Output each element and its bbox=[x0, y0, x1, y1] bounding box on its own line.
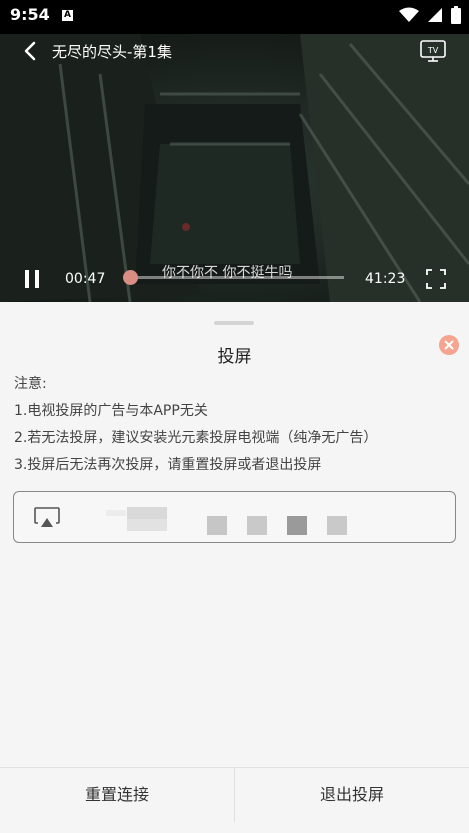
notification-icon: A bbox=[62, 10, 73, 21]
notice-line-2: 2.若无法投屏，建议安装光元素投屏电视端（纯净无广告） bbox=[14, 430, 378, 446]
video-player[interactable]: 无尽的尽头-第1集 TV 00:47 你不你不 你不挺牛吗 41:23 bbox=[0, 34, 469, 302]
back-arrow-icon[interactable] bbox=[20, 41, 40, 61]
notice-text: 注意: 1.电视投屏的广告与本APP无关 2.若无法投屏，建议安装光元素投屏电视… bbox=[14, 375, 377, 483]
current-time: 00:47 bbox=[65, 271, 106, 287]
video-subtitle: 你不你不 你不挺牛吗 bbox=[162, 265, 293, 281]
wifi-icon bbox=[399, 7, 419, 22]
status-icons bbox=[399, 6, 461, 24]
pause-icon[interactable] bbox=[24, 270, 40, 288]
cast-sheet: 投屏 注意: 1.电视投屏的广告与本APP无关 2.若无法投屏，建议安装光元素投… bbox=[0, 305, 469, 833]
battery-icon bbox=[451, 6, 461, 24]
signal-icon bbox=[428, 8, 442, 22]
notice-heading: 注意: bbox=[14, 376, 47, 392]
video-top-bar: 无尽的尽头-第1集 TV bbox=[0, 34, 469, 68]
exit-cast-button[interactable]: 退出投屏 bbox=[235, 768, 469, 821]
drag-handle[interactable] bbox=[214, 321, 254, 325]
notice-line-1: 1.电视投屏的广告与本APP无关 bbox=[14, 403, 208, 419]
notice-line-3: 3.投屏后无法再次投屏，请重置投屏或者退出投屏 bbox=[14, 457, 322, 473]
svg-text:TV: TV bbox=[427, 46, 439, 55]
device-list-item[interactable] bbox=[13, 491, 456, 543]
status-bar: 9:54 A bbox=[0, 0, 469, 34]
total-time: 41:23 bbox=[365, 271, 406, 287]
tv-cast-icon[interactable]: TV bbox=[420, 40, 446, 62]
progress-bar[interactable] bbox=[123, 270, 344, 285]
fullscreen-icon[interactable] bbox=[426, 269, 446, 289]
sheet-title: 投屏 bbox=[217, 347, 252, 367]
video-title: 无尽的尽头-第1集 bbox=[52, 43, 172, 61]
screen-mirror-icon bbox=[34, 507, 60, 527]
close-button[interactable] bbox=[439, 335, 459, 355]
reset-connection-button[interactable]: 重置连接 bbox=[0, 768, 234, 821]
close-icon bbox=[444, 340, 454, 350]
bottom-action-bar: 重置连接 退出投屏 bbox=[0, 767, 469, 822]
status-time: 9:54 bbox=[10, 5, 50, 24]
